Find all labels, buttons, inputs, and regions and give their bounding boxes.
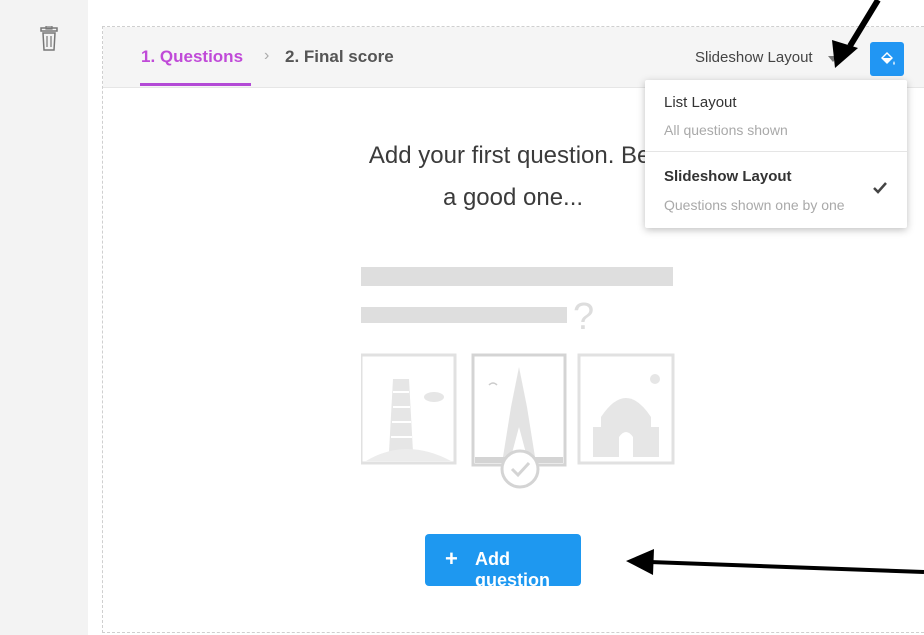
layout-select[interactable]: Slideshow Layout bbox=[695, 49, 813, 66]
tab-final-score[interactable]: 2. Final score bbox=[285, 47, 394, 67]
option-title: List Layout bbox=[664, 94, 737, 111]
tab-questions[interactable]: 1. Questions bbox=[141, 47, 243, 67]
left-rail bbox=[0, 0, 88, 635]
active-tab-underline bbox=[140, 83, 251, 86]
empty-state-illustration: ? bbox=[361, 267, 675, 489]
step-bar: 1. Questions › 2. Final score Slideshow … bbox=[103, 27, 924, 88]
chevron-down-icon[interactable] bbox=[828, 56, 838, 62]
trash-icon[interactable] bbox=[38, 26, 60, 54]
add-question-label: Add question bbox=[475, 549, 550, 590]
breadcrumb-separator: › bbox=[264, 47, 270, 64]
menu-divider bbox=[645, 151, 907, 152]
paint-bucket-icon bbox=[881, 52, 895, 65]
theme-button[interactable] bbox=[870, 42, 904, 76]
option-subtitle: All questions shown bbox=[664, 122, 788, 138]
check-icon bbox=[873, 182, 887, 194]
add-question-button[interactable]: + Add question bbox=[425, 534, 581, 590]
option-title: Slideshow Layout bbox=[664, 168, 792, 185]
layout-dropdown-menu: List Layout All questions shown Slidesho… bbox=[645, 80, 907, 228]
option-subtitle: Questions shown one by one bbox=[664, 197, 845, 213]
plus-icon: + bbox=[445, 546, 458, 571]
svg-text:?: ? bbox=[573, 296, 594, 338]
